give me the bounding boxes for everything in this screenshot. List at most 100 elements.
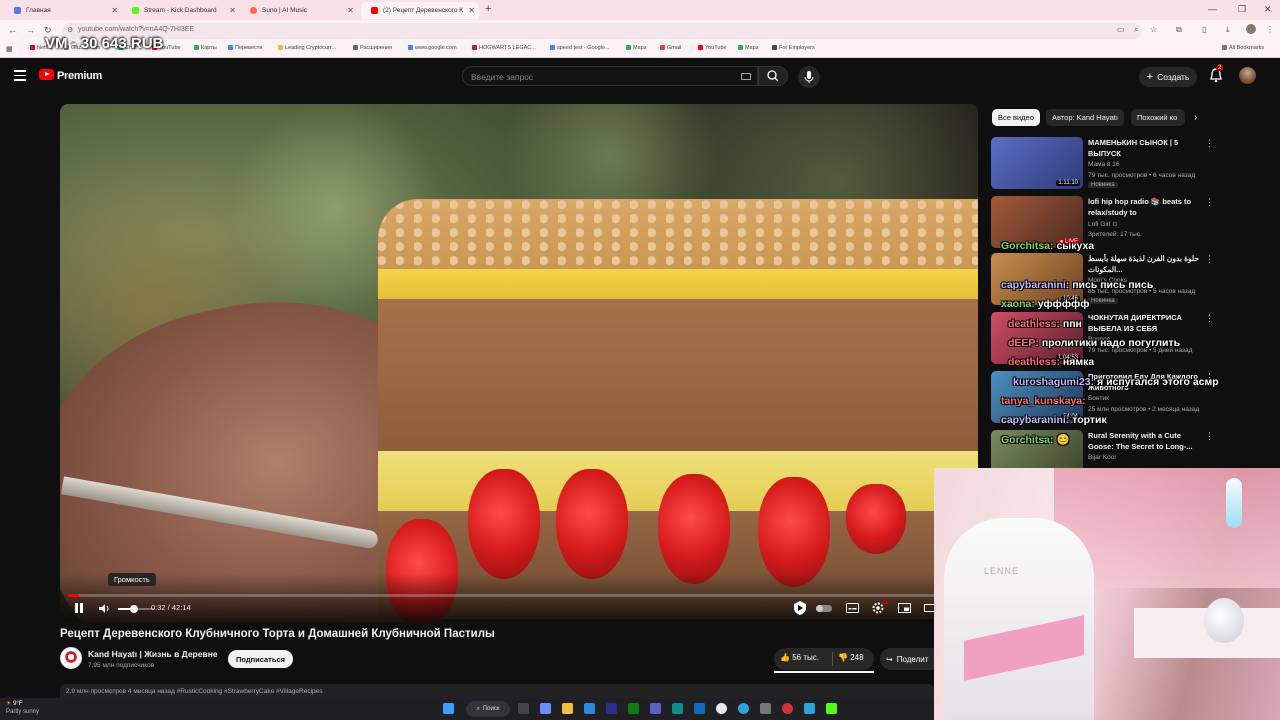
zoom-icon[interactable]: ⌕ <box>1134 25 1138 35</box>
channel-avatar[interactable] <box>60 647 82 669</box>
site-info-icon[interactable]: ⚙ <box>67 26 73 34</box>
edge-icon[interactable] <box>672 703 683 714</box>
taskbar-app-icon[interactable] <box>804 703 815 714</box>
video-channel[interactable]: Мама в 16 <box>1088 161 1119 168</box>
bookmark-youtube-2[interactable]: YouTube <box>698 45 727 51</box>
teams-icon[interactable] <box>650 703 661 714</box>
keyboard-icon[interactable] <box>741 73 751 80</box>
youtube-logo-icon[interactable] <box>39 69 54 80</box>
taskbar-search[interactable]: ⌕ Поиск <box>466 701 510 717</box>
copilot-icon[interactable] <box>540 703 551 714</box>
close-tab-icon[interactable]: ✕ <box>111 6 118 15</box>
bookmark-crypto[interactable]: Leading Cryptocurr... <box>278 45 336 51</box>
search-button[interactable] <box>758 66 788 86</box>
recommendation-item[interactable]: 1:11:10 МАМЕНЬКИН СЫНОК | 5 ВЫПУСК Мама … <box>991 137 1221 192</box>
more-options-icon[interactable]: ⋮ <box>1205 313 1214 324</box>
bookmark-maps[interactable]: Maps <box>626 45 646 51</box>
browser-tab-suno[interactable]: Suno | AI Music ✕ <box>240 2 358 19</box>
cast-icon[interactable]: ▭ <box>1117 25 1125 34</box>
chip-related[interactable]: Похожий ко <box>1131 109 1185 126</box>
window-close-icon[interactable]: ✕ <box>1264 4 1272 15</box>
back-icon[interactable]: ← <box>8 25 17 35</box>
video-title[interactable]: حلوة بدون الفرن لذيذة سهلة بأبسط المكونا… <box>1088 254 1200 275</box>
url-text[interactable]: youtube.com/watch?v=nA4Q-7HI3EE <box>78 26 194 33</box>
more-options-icon[interactable]: ⋮ <box>1205 431 1214 442</box>
xbox-icon[interactable] <box>628 703 639 714</box>
subtitles-icon[interactable] <box>846 603 859 613</box>
telegram-icon[interactable] <box>738 703 749 714</box>
video-title[interactable]: Rural Serenity with a Cute Goose: The Se… <box>1088 431 1200 452</box>
chip-by-author[interactable]: Автор: Kand Hayatı <box>1046 109 1124 126</box>
windows-start-icon[interactable] <box>443 703 454 714</box>
video-title[interactable]: ЧОКНУТАЯ ДИРЕКТРИСА ВЫБЕЛА ИЗ СЕБЯ КЛИЕН… <box>1088 313 1200 335</box>
like-button[interactable]: 👍 56 тыс. <box>780 653 819 662</box>
bookmark-speedtest[interactable]: speed test - Google... <box>550 45 610 51</box>
miniplayer-icon[interactable] <box>898 603 911 613</box>
side-panel-icon[interactable]: ▯ <box>1202 25 1206 34</box>
volume-slider[interactable] <box>118 605 154 613</box>
bookmark-star-icon[interactable]: ☆ <box>1150 25 1157 34</box>
sponsor-icon[interactable] <box>792 600 808 616</box>
video-channel[interactable]: Бонтик <box>1088 395 1109 402</box>
chip-all-videos[interactable]: Все видео <box>992 109 1040 126</box>
extensions-icon[interactable]: ⧉ <box>1176 25 1182 35</box>
bookmark-maps-2[interactable]: Maps <box>738 45 758 51</box>
forward-icon[interactable]: → <box>26 25 35 35</box>
search-input[interactable] <box>471 70 721 83</box>
chrome-menu-icon[interactable]: ⋮ <box>1266 25 1274 34</box>
more-options-icon[interactable]: ⋮ <box>1205 138 1214 149</box>
video-title[interactable]: lofi hip hop radio 📚 beats to relax/stud… <box>1088 197 1200 218</box>
volume-knob[interactable] <box>130 605 139 613</box>
minimize-icon[interactable]: — <box>1208 4 1217 14</box>
channel-name[interactable]: Kand Hayatı | Жизнь в Деревне <box>88 649 218 659</box>
omnibox[interactable]: ⚙ youtube.com/watch?v=nA4Q-7HI3EE <box>62 23 1142 39</box>
subscribe-button[interactable]: Подписаться <box>228 650 293 668</box>
chrome-icon[interactable] <box>716 703 727 714</box>
profile-avatar[interactable] <box>1246 24 1256 34</box>
autoplay-toggle[interactable] <box>816 605 832 612</box>
close-tab-icon[interactable]: ✕ <box>347 6 354 15</box>
bookmark-employers[interactable]: For Employers <box>772 45 815 51</box>
video-channel[interactable]: Bijar Kool <box>1088 454 1116 461</box>
share-button[interactable]: ↪ Поделит <box>880 648 940 670</box>
apps-grid-icon[interactable]: ▦ <box>6 45 13 53</box>
browser-tab-kick[interactable]: Stream - Kick Dashboard ✕ <box>122 2 240 19</box>
pause-icon[interactable] <box>74 603 84 613</box>
taskbar-app-icon[interactable] <box>760 703 771 714</box>
task-view-icon[interactable] <box>518 703 529 714</box>
account-avatar[interactable] <box>1239 67 1256 84</box>
bookmark-translate[interactable]: Перевести <box>228 45 262 51</box>
bookmark-extensions[interactable]: Расширения <box>353 45 392 51</box>
video-title[interactable]: МАМЕНЬКИН СЫНОК | 5 ВЫПУСК <box>1088 138 1200 159</box>
youtube-brand[interactable]: Premium <box>57 70 102 82</box>
more-options-icon[interactable]: ⋮ <box>1205 254 1214 265</box>
taskbar-app-icon[interactable] <box>606 703 617 714</box>
bookmark-hogwarts[interactable]: HOGWARTS LEGAC... <box>472 45 536 51</box>
progress-bar[interactable] <box>68 594 934 597</box>
description-box[interactable]: 2,9 млн просмотров 4 месяца назад #Rusti… <box>60 684 934 698</box>
more-options-icon[interactable]: ⋮ <box>1205 197 1214 208</box>
store-icon[interactable] <box>584 703 595 714</box>
new-tab-icon[interactable]: + <box>485 3 491 15</box>
video-player[interactable] <box>60 104 978 622</box>
bookmark-maps-ru[interactable]: Карты <box>194 45 217 51</box>
outlook-icon[interactable] <box>694 703 705 714</box>
menu-icon[interactable] <box>14 70 26 81</box>
chevron-right-icon[interactable]: › <box>1194 112 1197 123</box>
browser-tab-youtube[interactable]: (2) Рецепт Деревенского К ✕ <box>361 2 479 19</box>
close-tab-icon[interactable]: ✕ <box>229 6 236 15</box>
close-tab-icon[interactable]: ✕ <box>468 6 475 15</box>
settings-gear-icon[interactable] <box>872 602 884 614</box>
downloads-icon[interactable]: ⤓ <box>1226 25 1230 35</box>
dislike-button[interactable]: 👎 248 <box>838 653 864 662</box>
bookmark-google[interactable]: www.google.com <box>408 45 457 51</box>
browser-tab-home[interactable]: Главная ✕ <box>4 2 122 19</box>
voice-search-button[interactable] <box>798 66 820 88</box>
maximize-icon[interactable]: ❐ <box>1238 4 1246 15</box>
volume-icon[interactable] <box>98 603 110 614</box>
video-thumbnail[interactable]: 1:11:10 <box>991 137 1083 189</box>
file-explorer-icon[interactable] <box>562 703 573 714</box>
obs-icon[interactable] <box>782 703 793 714</box>
bookmark-gmail[interactable]: Gmail <box>660 45 681 51</box>
all-bookmarks[interactable]: All Bookmarks <box>1222 45 1264 51</box>
